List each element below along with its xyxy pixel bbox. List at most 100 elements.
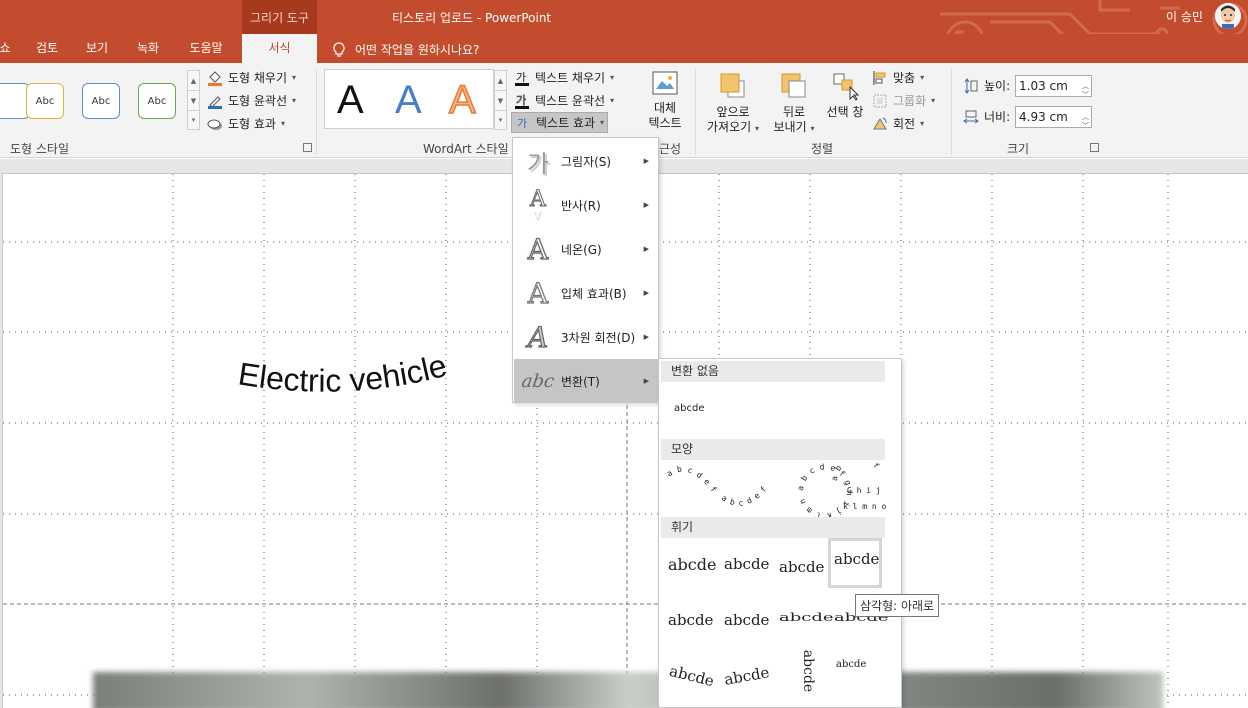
glow-icon: A: [527, 232, 549, 266]
tab-slideshow[interactable]: 쇼: [0, 34, 16, 63]
menu-item-glow[interactable]: A 네온(G) ▶: [514, 227, 658, 271]
width-icon: [963, 110, 979, 123]
shadow-icon: 가: [526, 149, 550, 178]
svg-text:k l m n o p: k l m n o p: [843, 502, 887, 511]
wordart-text: Electric vehicle: [236, 354, 450, 399]
button-option[interactable]: a b c d e f: [830, 463, 881, 481]
background-photo: [93, 672, 1163, 708]
menu-item-shadow[interactable]: 가 그림자(S) ▶: [514, 139, 658, 183]
warp-ring-inside-option[interactable]: abcde: [773, 597, 834, 647]
tab-help[interactable]: 도움말: [180, 34, 232, 63]
bring-forward-button[interactable]: 앞으로 가져오기 ▾: [701, 71, 765, 136]
warp-chevron-up-option[interactable]: abcde: [663, 597, 717, 647]
tab-review[interactable]: 검토: [28, 34, 66, 63]
text-fill-button[interactable]: 가 텍스트 채우기 ▾: [514, 69, 614, 86]
warp-chevron-down-option[interactable]: abcde: [718, 597, 772, 647]
warp-stop-option[interactable]: abcde: [718, 541, 772, 591]
wordart-gallery: A A A: [324, 69, 494, 129]
group-label-accessibility-partial: 근성: [659, 142, 682, 156]
3d-rotation-icon: A: [527, 320, 549, 354]
menu-item-bevel[interactable]: A 입체 효과(B) ▶: [514, 271, 658, 315]
text-effects-button[interactable]: 가 텍스트 효과 ▾: [511, 112, 609, 133]
svg-text:가: 가: [516, 94, 526, 107]
text-effects-menu: 가 그림자(S) ▶ A A 반사(R) ▶ A 네온(G) ▶ A 입체 효과…: [512, 137, 659, 403]
shape-styles-scroll[interactable]: ▲ ▼ ▾: [187, 70, 200, 130]
warp-circle-option[interactable]: abcde: [773, 650, 827, 703]
wordart-style-blue[interactable]: A: [395, 78, 422, 123]
user-avatar[interactable]: [1215, 3, 1241, 29]
send-backward-icon: [781, 73, 806, 98]
shape-outline-button[interactable]: 도형 윤곽선 ▾: [207, 92, 296, 109]
text-fill-icon: 가: [515, 71, 529, 86]
window-title: 티스토리 업로드 - PowerPoint: [392, 11, 552, 25]
wordart-textbox[interactable]: Electric vehicle: [233, 354, 473, 414]
tab-record[interactable]: 녹화: [129, 34, 167, 63]
chevron-right-icon: ▶: [643, 245, 649, 253]
shape-style-green[interactable]: Abc: [138, 83, 176, 119]
tab-format[interactable]: 서식: [242, 34, 317, 63]
chevron-right-icon: ▶: [643, 201, 649, 209]
wordart-styles-scroll[interactable]: ▲ ▼ ▾: [494, 70, 507, 130]
follow-path-samples: a b c d e f g a b c d e f g a b c d e f …: [665, 463, 887, 519]
chevron-right-icon: ▶: [643, 289, 649, 297]
reflection-icon: A A: [530, 186, 547, 223]
send-backward-button[interactable]: 뒤로 보내기 ▾: [768, 71, 820, 136]
align-button[interactable]: 맞춤 ▾: [872, 69, 924, 86]
text-outline-icon: 가: [515, 93, 529, 109]
shape-style-blue[interactable]: Abc: [82, 83, 120, 119]
shape-effects-icon: [207, 119, 222, 130]
warp-plain-option[interactable]: abcde: [663, 541, 717, 591]
warp-triangle-up-option[interactable]: abcde: [773, 541, 827, 591]
text-outline-button[interactable]: 가 텍스트 윤곽선 ▾: [514, 92, 614, 109]
alt-text-icon: [652, 71, 678, 95]
wordart-style-black[interactable]: A: [337, 78, 364, 123]
section-warp: 휘기: [661, 517, 885, 538]
svg-text:가: 가: [517, 117, 527, 130]
rotate-icon: [873, 117, 887, 129]
group-button[interactable]: 그룹화 ▾: [872, 92, 935, 109]
warp-button-option[interactable]: abcde: [828, 653, 882, 703]
selection-pane-icon: [833, 73, 860, 101]
arch-up-option[interactable]: a b c d e f g: [665, 463, 718, 494]
height-spin-down-icon[interactable]: ﹀: [1082, 85, 1089, 105]
chevron-right-icon: ▶: [643, 333, 649, 341]
height-input[interactable]: 1.03 cm ︿ ﹀: [1015, 75, 1092, 99]
title-bar: 그리기 도구 티스토리 업로드 - PowerPoint 이 승민: [0, 0, 1248, 60]
bevel-icon: A: [527, 276, 549, 310]
menu-item-transform[interactable]: abc 변환(T) ▶: [514, 359, 658, 403]
transform-submenu: 변환 없음 abcde 모양 a b c d e f g a b c d e f…: [658, 358, 902, 708]
group-icon: [873, 94, 887, 107]
warp-arch-down-option[interactable]: abcde: [718, 653, 772, 703]
section-no-transform: 변환 없음: [661, 361, 885, 382]
shape-fill-button[interactable]: 도형 채우기 ▾: [207, 69, 296, 86]
align-icon: [873, 70, 886, 85]
shape-styles-launcher-icon[interactable]: [303, 143, 312, 152]
tab-view[interactable]: 보기: [78, 34, 116, 63]
group-label-size: 크기: [1007, 142, 1030, 156]
warp-arch-up-option[interactable]: abcde: [663, 653, 717, 703]
selection-pane-button[interactable]: 선택 창: [822, 71, 868, 120]
tell-me-text: 어떤 작업을 원하시나요?: [355, 43, 480, 57]
chevron-right-icon: ▶: [643, 377, 649, 385]
warp-triangle-down-option[interactable]: abcde: [828, 538, 882, 588]
width-input[interactable]: 4.93 cm ︿ ﹀: [1015, 106, 1092, 130]
shape-style-gold[interactable]: Abc: [26, 83, 64, 119]
group-separator: [695, 69, 696, 155]
width-spin-down-icon[interactable]: ﹀: [1082, 116, 1089, 136]
group-label-wordart: WordArt 스타일: [423, 142, 509, 156]
shape-effects-button[interactable]: 도형 효과 ▾: [207, 115, 285, 132]
wordart-style-orange[interactable]: A: [448, 77, 476, 123]
menu-item-reflection[interactable]: A A 반사(R) ▶: [514, 183, 658, 227]
size-launcher-icon[interactable]: [1090, 143, 1099, 152]
ribbon-tab-row: 쇼 검토 보기 녹화 도움말 서식 어떤 작업을 원하시나요?: [0, 34, 1248, 63]
transform-none-option[interactable]: abcde: [674, 403, 704, 414]
rotate-button[interactable]: 회전 ▾: [872, 115, 924, 132]
bring-forward-icon: [720, 73, 745, 98]
group-label-arrange: 정렬: [811, 142, 834, 156]
user-name[interactable]: 이 승민: [1166, 8, 1203, 25]
alt-text-button[interactable]: 대체 텍스트: [644, 69, 686, 131]
tell-me-search[interactable]: 어떤 작업을 원하시나요?: [333, 41, 479, 58]
menu-item-3d-rotation[interactable]: A 3차원 회전(D) ▶: [514, 315, 658, 359]
paint-bucket-icon: [208, 70, 222, 86]
transform-icon: abc: [520, 370, 556, 392]
